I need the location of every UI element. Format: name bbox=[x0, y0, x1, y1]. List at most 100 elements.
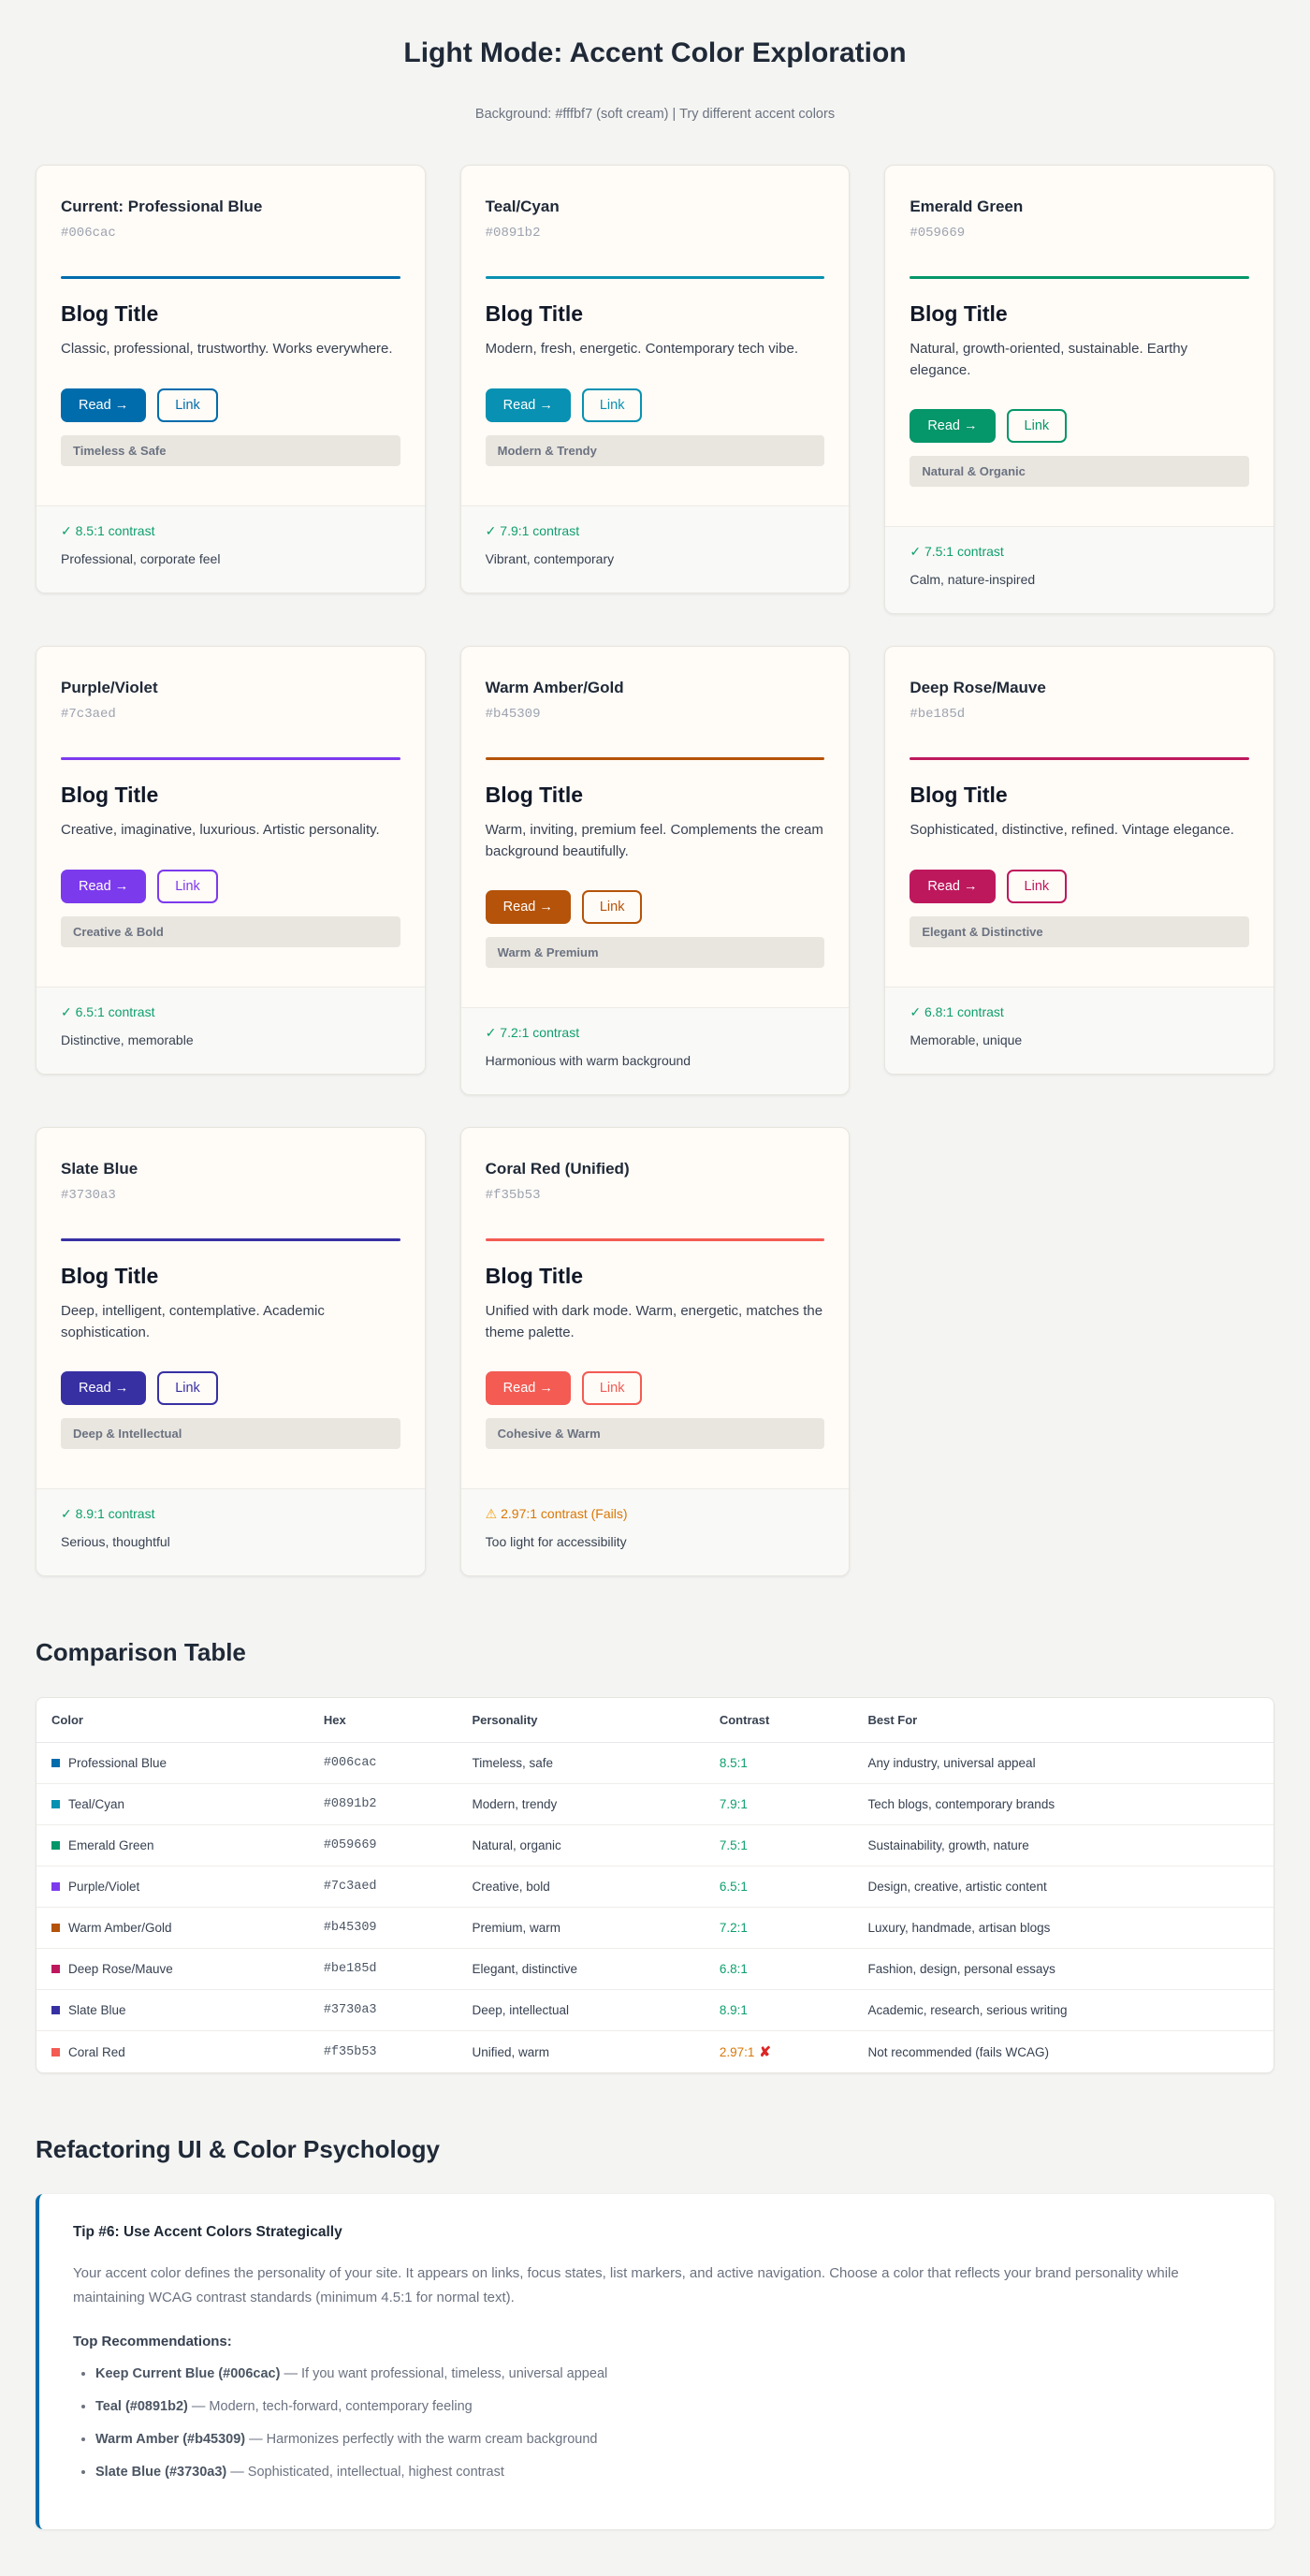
check-icon: ✓ bbox=[486, 1025, 497, 1040]
card-blog-title: Blog Title bbox=[61, 783, 400, 808]
read-button[interactable]: Read → bbox=[61, 870, 146, 903]
color-card: Current: Professional Blue #006cac Blog … bbox=[36, 165, 426, 593]
contrast-cell: 6.5:1 bbox=[705, 1866, 853, 1908]
feel-text: Calm, nature-inspired bbox=[910, 572, 1249, 587]
contrast-value: 7.9:1 bbox=[720, 1797, 748, 1811]
card-color-name: Emerald Green bbox=[910, 198, 1249, 216]
read-button[interactable]: Read → bbox=[486, 388, 571, 422]
personality-badge: Modern & Trendy bbox=[486, 435, 825, 466]
color-swatch-icon bbox=[51, 1924, 60, 1932]
link-button[interactable]: Link bbox=[582, 890, 643, 924]
read-button[interactable]: Read → bbox=[486, 890, 571, 924]
hex-cell: #f35b53 bbox=[309, 2031, 458, 2073]
feel-text: Serious, thoughtful bbox=[61, 1534, 400, 1549]
recommendation-lead: Keep Current Blue (#006cac) bbox=[95, 2366, 280, 2381]
contrast-line: ✓ 8.9:1 contrast bbox=[61, 1506, 400, 1522]
button-row: Read → Link bbox=[910, 870, 1249, 903]
link-button[interactable]: Link bbox=[157, 870, 218, 903]
check-icon: ✓ bbox=[486, 523, 497, 538]
link-button[interactable]: Link bbox=[157, 388, 218, 422]
read-button[interactable]: Read → bbox=[486, 1371, 571, 1405]
color-cell: Purple/Violet bbox=[36, 1866, 309, 1908]
card-footer: ✓ 6.5:1 contrast Distinctive, memorable bbox=[36, 987, 425, 1074]
contrast-text: 7.5:1 contrast bbox=[924, 544, 1004, 559]
card-description: Unified with dark mode. Warm, energetic,… bbox=[486, 1301, 825, 1343]
link-button[interactable]: Link bbox=[582, 388, 643, 422]
read-button[interactable]: Read → bbox=[910, 409, 995, 443]
column-header-contrast: Contrast bbox=[705, 1698, 853, 1743]
read-button[interactable]: Read → bbox=[61, 1371, 146, 1405]
button-row: Read → Link bbox=[486, 388, 825, 422]
accent-divider bbox=[486, 1238, 825, 1241]
read-button[interactable]: Read → bbox=[910, 870, 995, 903]
contrast-value: 8.5:1 bbox=[720, 1756, 748, 1770]
link-button[interactable]: Link bbox=[582, 1371, 643, 1405]
personality-badge: Natural & Organic bbox=[910, 456, 1249, 487]
accent-divider bbox=[61, 276, 400, 279]
contrast-value: 6.8:1 bbox=[720, 1962, 748, 1976]
card-blog-title: Blog Title bbox=[61, 1264, 400, 1289]
color-name: Professional Blue bbox=[68, 1756, 167, 1770]
tip-title: Tip #6: Use Accent Colors Strategically bbox=[73, 2224, 1241, 2241]
personality-cell: Timeless, safe bbox=[457, 1743, 704, 1784]
card-footer: ✓ 7.9:1 contrast Vibrant, contemporary bbox=[461, 505, 850, 593]
link-button[interactable]: Link bbox=[157, 1371, 218, 1405]
card-hex-code: #0891b2 bbox=[486, 226, 825, 241]
card-description: Modern, fresh, energetic. Contemporary t… bbox=[486, 339, 825, 360]
hex-cell: #3730a3 bbox=[309, 1990, 458, 2031]
color-cell: Slate Blue bbox=[36, 1990, 309, 2031]
card-hex-code: #006cac bbox=[61, 226, 400, 241]
recommendation-item: Keep Current Blue (#006cac) — If you wan… bbox=[95, 2364, 1241, 2384]
color-swatch-icon bbox=[51, 1841, 60, 1850]
hex-cell: #be185d bbox=[309, 1949, 458, 1990]
contrast-text: 6.5:1 contrast bbox=[76, 1004, 155, 1019]
contrast-cell: 7.2:1 bbox=[705, 1908, 853, 1949]
color-card: Warm Amber/Gold #b45309 Blog Title Warm,… bbox=[460, 646, 851, 1095]
card-blog-title: Blog Title bbox=[910, 783, 1249, 808]
color-swatch-icon bbox=[51, 1800, 60, 1808]
card-body: Warm Amber/Gold #b45309 Blog Title Warm,… bbox=[461, 647, 850, 968]
card-hex-code: #059669 bbox=[910, 226, 1249, 241]
card-color-name: Warm Amber/Gold bbox=[486, 679, 825, 697]
hex-cell: #7c3aed bbox=[309, 1866, 458, 1908]
accent-divider bbox=[61, 1238, 400, 1241]
contrast-value: 7.5:1 bbox=[720, 1838, 748, 1852]
link-button[interactable]: Link bbox=[1007, 409, 1068, 443]
personality-badge: Warm & Premium bbox=[486, 937, 825, 968]
tips-heading: Refactoring UI & Color Psychology bbox=[36, 2135, 1274, 2164]
card-color-name: Deep Rose/Mauve bbox=[910, 679, 1249, 697]
recommendation-lead: Slate Blue (#3730a3) bbox=[95, 2465, 226, 2480]
color-card: Purple/Violet #7c3aed Blog Title Creativ… bbox=[36, 646, 426, 1075]
recommendation-text: — Sophisticated, intellectual, highest c… bbox=[230, 2465, 504, 2480]
color-name: Warm Amber/Gold bbox=[68, 1921, 172, 1935]
color-cell: Emerald Green bbox=[36, 1825, 309, 1866]
card-body: Emerald Green #059669 Blog Title Natural… bbox=[885, 166, 1274, 487]
card-color-name: Slate Blue bbox=[61, 1160, 400, 1178]
card-footer: ✓ 6.8:1 contrast Memorable, unique bbox=[885, 987, 1274, 1074]
card-body: Deep Rose/Mauve #be185d Blog Title Sophi… bbox=[885, 647, 1274, 947]
comparison-table-heading: Comparison Table bbox=[36, 1638, 1274, 1667]
link-button[interactable]: Link bbox=[1007, 870, 1068, 903]
card-hex-code: #7c3aed bbox=[61, 707, 400, 722]
recommendation-item: Warm Amber (#b45309) — Harmonizes perfec… bbox=[95, 2430, 1241, 2450]
recommendation-item: Slate Blue (#3730a3) — Sophisticated, in… bbox=[95, 2463, 1241, 2482]
color-cell: Warm Amber/Gold bbox=[36, 1908, 309, 1949]
contrast-cell: 7.5:1 bbox=[705, 1825, 853, 1866]
button-row: Read → Link bbox=[486, 890, 825, 924]
color-cell: Coral Red bbox=[36, 2031, 309, 2073]
card-description: Warm, inviting, premium feel. Complement… bbox=[486, 820, 825, 862]
personality-cell: Creative, bold bbox=[457, 1866, 704, 1908]
read-button[interactable]: Read → bbox=[61, 388, 146, 422]
feel-text: Distinctive, memorable bbox=[61, 1032, 400, 1047]
feel-text: Vibrant, contemporary bbox=[486, 551, 825, 566]
card-footer: ✓ 8.9:1 contrast Serious, thoughtful bbox=[36, 1488, 425, 1575]
personality-badge: Elegant & Distinctive bbox=[910, 916, 1249, 947]
color-name: Deep Rose/Mauve bbox=[68, 1962, 173, 1976]
accent-divider bbox=[910, 757, 1249, 760]
card-color-name: Purple/Violet bbox=[61, 679, 400, 697]
contrast-line: ✓ 7.2:1 contrast bbox=[486, 1025, 825, 1041]
table-header-row: Color Hex Personality Contrast Best For bbox=[36, 1698, 1274, 1743]
card-hex-code: #3730a3 bbox=[61, 1188, 400, 1203]
card-blog-title: Blog Title bbox=[486, 301, 825, 327]
color-swatch-icon bbox=[51, 2048, 60, 2056]
